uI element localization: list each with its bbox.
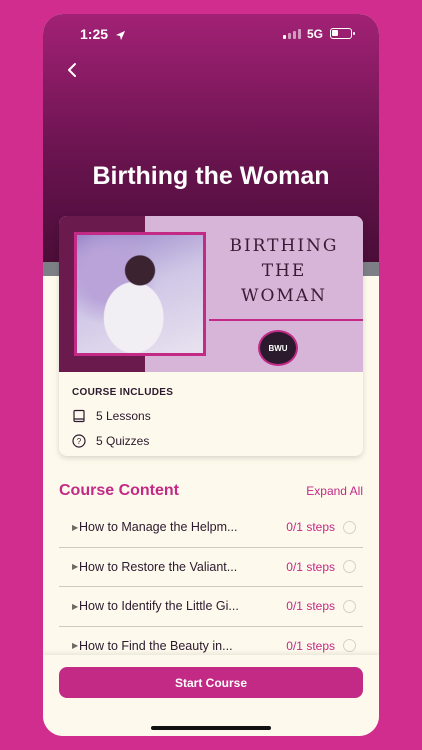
page-title: Birthing the Woman xyxy=(92,162,330,190)
home-indicator[interactable] xyxy=(151,726,271,730)
lesson-steps: 0/1 steps xyxy=(286,520,335,535)
cover-title: BIRTHING THE WOMAN xyxy=(229,236,339,306)
includes-item-quizzes: ? 5 Quizzes xyxy=(72,434,173,448)
completion-circle-icon xyxy=(343,639,356,653)
lesson-title: How to Manage the Helpm... xyxy=(79,520,238,535)
lesson-title: How to Find the Beauty in... xyxy=(79,638,233,653)
phone-screen: 1:25 5G Birthing the Woman BIRTHING THE … xyxy=(43,14,379,736)
completion-circle-icon xyxy=(343,520,356,534)
lesson-item[interactable]: ▶ How to Identify the Little Gi... 0/1 s… xyxy=(59,587,363,627)
bottom-bar: Start Course xyxy=(43,655,379,736)
caret-right-icon: ▶ xyxy=(72,641,79,651)
lesson-item[interactable]: ▶ How to Restore the Valiant... 0/1 step… xyxy=(59,547,363,587)
caret-right-icon: ▶ xyxy=(72,601,79,611)
lesson-steps: 0/1 steps xyxy=(286,559,335,574)
lesson-title: How to Restore the Valiant... xyxy=(79,559,238,574)
course-content-heading: Course Content xyxy=(59,482,179,499)
lesson-steps: 0/1 steps xyxy=(286,599,335,614)
signal-icon xyxy=(283,29,301,39)
question-circle-icon: ? xyxy=(72,434,86,448)
caret-right-icon: ▶ xyxy=(72,522,79,532)
book-icon xyxy=(72,409,86,423)
course-card: BIRTHING THE WOMAN BWU COURSE INCLUDES 5… xyxy=(59,216,363,456)
svg-text:?: ? xyxy=(77,437,82,446)
course-cover-image: BIRTHING THE WOMAN BWU xyxy=(59,216,363,372)
lesson-steps: 0/1 steps xyxy=(286,638,335,653)
course-content-header: Course Content Expand All xyxy=(59,482,363,500)
network-label: 5G xyxy=(307,27,324,41)
status-bar: 1:25 5G xyxy=(43,26,379,44)
includes-item-lessons: 5 Lessons xyxy=(72,409,173,423)
completion-circle-icon xyxy=(343,599,356,613)
expand-all-link[interactable]: Expand All xyxy=(306,484,363,498)
includes-label: 5 Quizzes xyxy=(96,434,150,448)
location-arrow-icon xyxy=(115,28,126,44)
status-time: 1:25 xyxy=(80,26,109,42)
start-course-button[interactable]: Start Course xyxy=(59,667,363,698)
battery-icon xyxy=(330,28,355,39)
cover-divider xyxy=(209,319,363,321)
chevron-left-icon[interactable] xyxy=(61,58,85,82)
includes-label: 5 Lessons xyxy=(96,409,151,423)
lesson-item[interactable]: ▶ How to Manage the Helpm... 0/1 steps xyxy=(59,508,363,548)
caret-right-icon: ▶ xyxy=(72,562,79,572)
lesson-title: How to Identify the Little Gi... xyxy=(79,599,239,614)
includes-heading: COURSE INCLUDES xyxy=(72,387,174,398)
completion-circle-icon xyxy=(343,560,356,574)
course-includes: COURSE INCLUDES 5 Lessons ? 5 Quizzes xyxy=(72,387,173,448)
cover-photo xyxy=(74,232,206,356)
lesson-list: ▶ How to Manage the Helpm... 0/1 steps ▶… xyxy=(59,508,363,666)
university-seal-logo: BWU xyxy=(258,330,298,366)
